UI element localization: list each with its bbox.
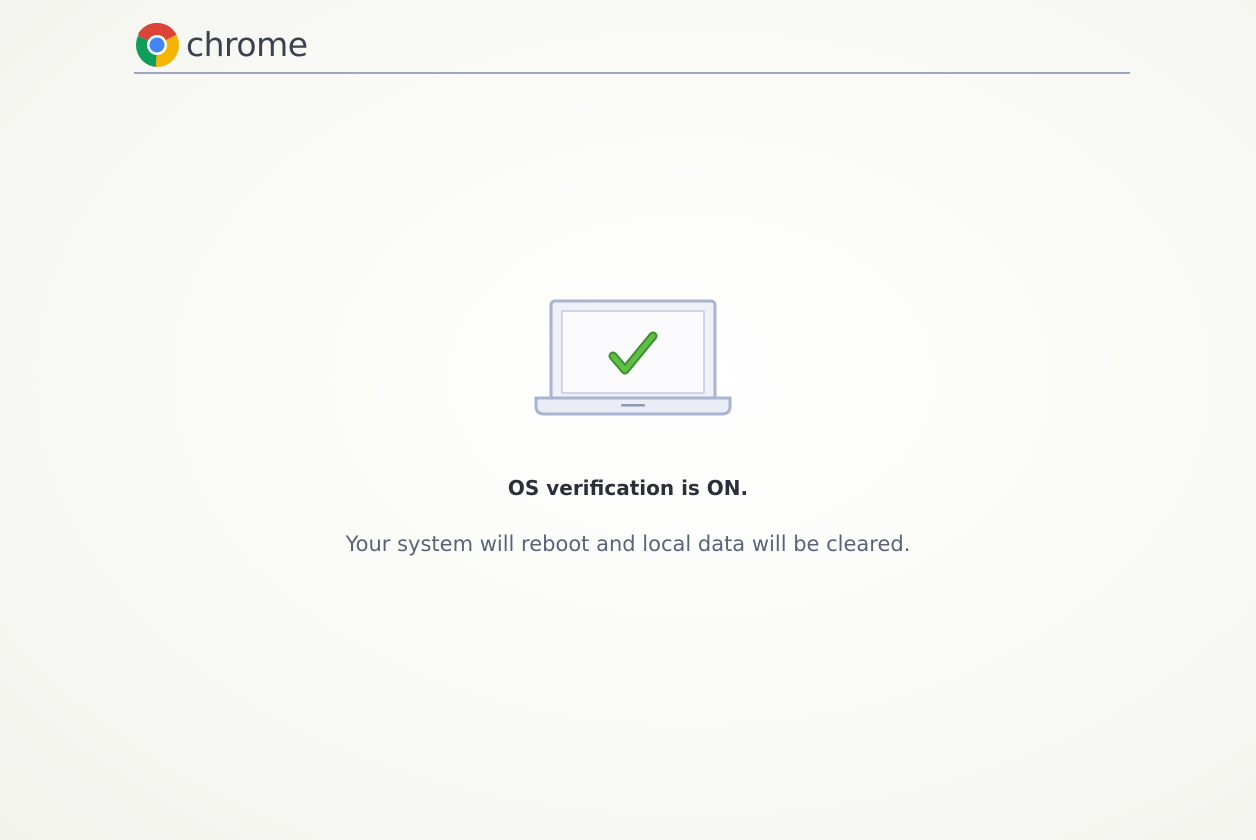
status-title: OS verification is ON. xyxy=(507,476,749,500)
status-message: Your system will reboot and local data w… xyxy=(345,532,911,556)
header: chrome xyxy=(134,18,1130,76)
laptop-checkmark-icon xyxy=(534,299,732,416)
chrome-logo-icon xyxy=(135,23,179,67)
recovery-screen: chrome OS verification is ON. Your syste… xyxy=(0,0,1256,840)
header-divider xyxy=(134,72,1130,74)
brand-text: chrome xyxy=(186,25,308,64)
brand: chrome xyxy=(134,22,308,68)
